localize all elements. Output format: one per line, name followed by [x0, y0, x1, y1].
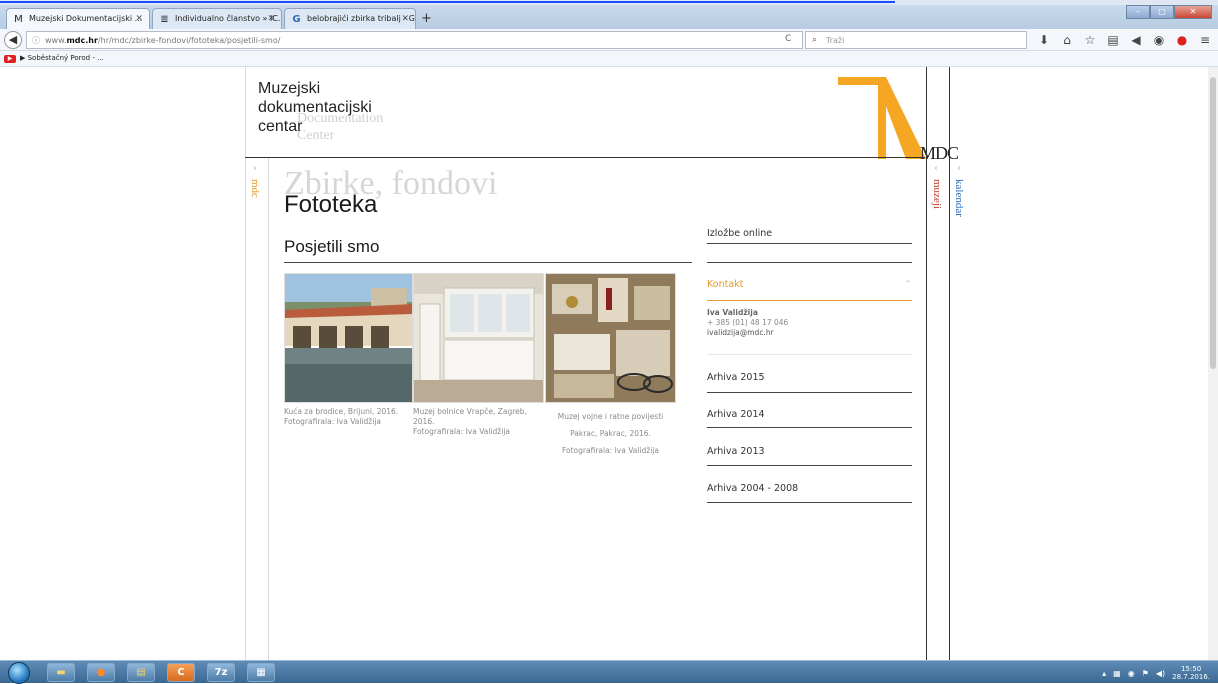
photo-caption: Muzej bolnice Vrapče, Zagreb, 2016. Foto…: [413, 407, 527, 436]
file-explorer-icon[interactable]: ▬: [47, 663, 75, 682]
network-icon[interactable]: ▦: [1113, 669, 1121, 678]
chevron-right-icon[interactable]: ›: [253, 163, 257, 174]
window-controls: – □ ✕: [1126, 5, 1212, 19]
bookmark-star-icon[interactable]: ☆: [1083, 33, 1097, 47]
photo-caption: Muzej vojne i ratne povijesti Pakrac, Pa…: [557, 412, 664, 455]
left-column-line: [245, 67, 246, 660]
search-input[interactable]: ⌕ Traži: [805, 31, 1027, 49]
menu-arhiva-2004-2008[interactable]: Arhiva 2004 - 2008: [707, 483, 912, 503]
menu-icon[interactable]: ≡: [1198, 33, 1212, 47]
section-divider: [284, 262, 692, 263]
site-title[interactable]: Muzejski dokumentacijski centar: [258, 79, 372, 136]
adblock-icon[interactable]: ●: [1175, 33, 1189, 47]
chevron-up-icon: ⌃: [904, 279, 912, 290]
maximize-button[interactable]: □: [1150, 5, 1174, 19]
tab-google[interactable]: G belobrajići zbirka tribalj - G... ✕: [284, 8, 416, 29]
new-tab-button[interactable]: +: [421, 11, 432, 26]
bookmarks-bar: ▶ ▶ Soběstačný Porod - ...: [0, 51, 1218, 67]
close-tab-icon[interactable]: ✕: [401, 14, 409, 24]
home-icon[interactable]: ⌂: [1060, 33, 1074, 47]
page-scrollbar[interactable]: [1208, 67, 1218, 660]
kontakt-divider: [707, 300, 912, 301]
tab-bar: M Muzejski Dokumentacijski ... ✕ ≣ Indiv…: [0, 5, 1218, 29]
chevron-left-icon[interactable]: ‹: [957, 163, 961, 174]
menu-arhiva-2015[interactable]: Arhiva 2015: [707, 372, 912, 393]
photo-caption: Kuća za brodice, Brijuni, 2016. Fotograf…: [284, 407, 399, 426]
firefox-icon[interactable]: ●: [87, 663, 115, 682]
mdc-favicon-icon: M: [14, 14, 23, 25]
start-button[interactable]: [8, 662, 30, 684]
photo-military-items[interactable]: [545, 273, 676, 403]
right-strip-border: [926, 67, 927, 660]
side-tab-muzeji[interactable]: muzeji: [931, 179, 943, 209]
folder-icon[interactable]: ▤: [127, 663, 155, 682]
url-domain: mdc.hr: [66, 36, 98, 45]
url-prefix: www.: [45, 36, 67, 45]
url-path: /hr/mdc/zbirke-fondovi/fototeka/posjetil…: [97, 36, 281, 45]
google-icon: G: [292, 14, 301, 25]
section-title: Posjetili smo: [284, 237, 380, 256]
document-icon: ≣: [160, 14, 169, 25]
tab-icom[interactable]: ≣ Individualno članstvo » IC... ✕: [152, 8, 282, 29]
menu-kontakt[interactable]: Kontakt ⌃: [707, 279, 912, 290]
right-strip-border-2: [949, 67, 950, 660]
flag-icon[interactable]: ⚑: [1142, 669, 1149, 678]
address-bar[interactable]: ⓘ www.mdc.hr/hr/mdc/zbirke-fondovi/fotot…: [26, 31, 803, 49]
tab-label: Muzejski Dokumentacijski ...: [29, 14, 143, 23]
page-title: Fototeka: [284, 191, 378, 218]
side-tab-kalendar[interactable]: kalendar: [953, 179, 965, 217]
minimize-button[interactable]: –: [1126, 5, 1150, 19]
back-button[interactable]: ◀: [4, 31, 22, 49]
web-page: Documentation Center Muzejski dokumentac…: [0, 67, 1218, 660]
contact-email-link[interactable]: ivalidzija@mdc.hr: [707, 328, 788, 338]
clipboard-icon[interactable]: ▤: [1106, 33, 1120, 47]
close-window-button[interactable]: ✕: [1174, 5, 1212, 19]
photo-boathouse[interactable]: [284, 273, 413, 403]
menu-arhiva-2013[interactable]: Arhiva 2013: [707, 446, 912, 466]
send-icon[interactable]: ◀: [1129, 33, 1143, 47]
sync-tray-icon[interactable]: ◉: [1128, 669, 1135, 678]
scrollbar-thumb[interactable]: [1210, 77, 1216, 369]
close-tab-icon[interactable]: ✕: [267, 14, 275, 24]
app-c-icon[interactable]: C: [167, 663, 195, 682]
search-placeholder: Traži: [826, 36, 845, 45]
volume-icon[interactable]: ◀): [1156, 669, 1165, 678]
menu-divider: [707, 262, 912, 263]
navigation-bar: ◀ ⓘ www.mdc.hr/hr/mdc/zbirke-fondovi/fot…: [0, 29, 1218, 51]
left-inner-line: [268, 157, 269, 660]
bookmark-item[interactable]: ▶ Soběstačný Porod - ...: [20, 54, 104, 62]
tray-arrow-icon[interactable]: ▴: [1102, 669, 1106, 678]
tab-mdc[interactable]: M Muzejski Dokumentacijski ... ✕: [6, 8, 150, 29]
document-app-icon[interactable]: ▦: [247, 663, 275, 682]
header-divider: [245, 157, 925, 158]
side-tab-mdc[interactable]: mdc: [249, 179, 261, 198]
system-tray: ▴ ▦ ◉ ⚑ ◀) 15:50 28.7.2016.: [1102, 665, 1210, 681]
info-icon[interactable]: ⓘ: [32, 35, 40, 46]
menu-arhiva-2014[interactable]: Arhiva 2014: [707, 409, 912, 428]
tab-label: Individualno članstvo » IC...: [175, 14, 282, 23]
chevron-left-icon[interactable]: ‹: [934, 163, 938, 174]
photo-hospital-museum[interactable]: [413, 273, 544, 403]
clock[interactable]: 15:50 28.7.2016.: [1172, 665, 1210, 681]
sync-icon[interactable]: ◉: [1152, 33, 1166, 47]
contact-divider: [707, 354, 912, 355]
link-underline: [0, 1, 895, 3]
reload-icon[interactable]: C: [785, 34, 791, 44]
contact-info: Iva Validžija + 385 (01) 48 17 046 ivali…: [707, 308, 789, 338]
search-icon: ⌕: [812, 35, 818, 45]
close-tab-icon[interactable]: ✕: [135, 14, 143, 24]
mdc-logo-icon[interactable]: [838, 77, 926, 159]
youtube-icon: ▶: [4, 55, 16, 63]
download-icon[interactable]: ⬇: [1037, 33, 1051, 47]
7zip-icon[interactable]: 7z: [207, 663, 235, 682]
tab-label: belobrajići zbirka tribalj - G...: [307, 14, 416, 23]
windows-taskbar: ▬ ● ▤ C 7z ▦ ▴ ▦ ◉ ⚑ ◀) 15:50 28.7.2016.: [0, 660, 1218, 684]
menu-izlozbe-online[interactable]: Izložbe online: [707, 228, 912, 244]
toolbar-icons: ⬇ ⌂ ☆ ▤ ◀ ◉ ● ≡: [1037, 33, 1212, 47]
